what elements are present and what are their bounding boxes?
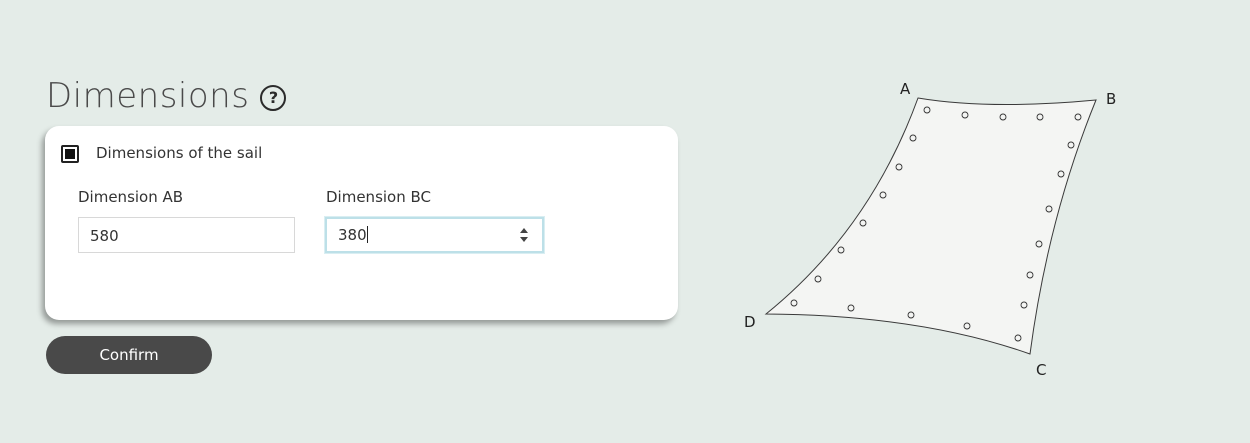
help-icon[interactable]: ? <box>260 85 287 111</box>
corner-label-a: A <box>900 80 911 98</box>
number-spinner[interactable] <box>520 227 530 243</box>
dimension-bc-value: 380 <box>338 226 367 244</box>
dimension-bc-input[interactable]: 380 <box>325 217 544 253</box>
corner-label-b: B <box>1106 90 1116 108</box>
dimension-ab-value: 580 <box>90 227 119 245</box>
corner-label-d: D <box>744 313 756 331</box>
checkbox-checkmark <box>65 149 75 159</box>
title-row: Dimensions ? <box>46 74 287 118</box>
sail-diagram: A B C D <box>744 80 1116 379</box>
dimension-bc-label: Dimension BC <box>326 188 431 206</box>
confirm-button[interactable]: Confirm <box>46 336 212 374</box>
dimension-ab-input[interactable]: 580 <box>78 217 295 253</box>
spin-down-icon[interactable] <box>520 237 528 242</box>
dimensions-card: Dimensions of the sail Dimension AB 580 … <box>45 126 678 320</box>
sail-dimensions-checkbox[interactable] <box>61 145 79 163</box>
sail-shape <box>764 97 1097 355</box>
dimension-ab-label: Dimension AB <box>78 188 184 206</box>
text-caret <box>366 225 368 243</box>
checkbox-label: Dimensions of the sail <box>96 144 263 162</box>
corner-label-c: C <box>1036 361 1046 379</box>
spin-up-icon[interactable] <box>520 228 528 233</box>
page-title: Dimensions <box>46 76 250 116</box>
